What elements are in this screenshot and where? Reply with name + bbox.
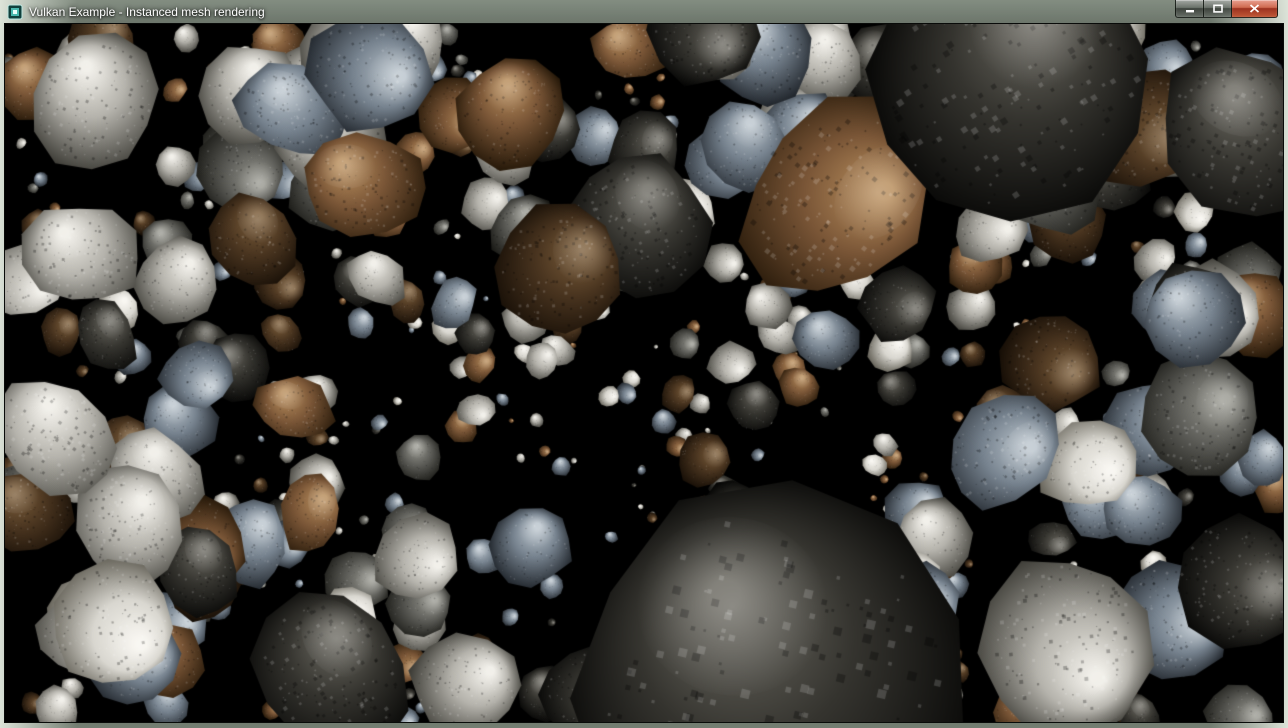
close-icon bbox=[1249, 4, 1260, 13]
app-window: Vulkan Example - Instanced mesh renderin… bbox=[0, 0, 1288, 728]
maximize-icon bbox=[1213, 4, 1223, 13]
vulkan-app-icon bbox=[7, 4, 23, 20]
close-button[interactable] bbox=[1232, 0, 1278, 18]
render-viewport[interactable] bbox=[4, 23, 1284, 723]
window-title: Vulkan Example - Instanced mesh renderin… bbox=[29, 1, 265, 23]
titlebar[interactable]: Vulkan Example - Instanced mesh renderin… bbox=[4, 0, 1284, 23]
minimize-icon bbox=[1185, 4, 1195, 13]
minimize-button[interactable] bbox=[1175, 0, 1204, 18]
app-icon bbox=[7, 4, 23, 20]
rock-scene-canvas bbox=[5, 24, 1283, 722]
window-controls bbox=[1175, 0, 1278, 18]
maximize-button[interactable] bbox=[1204, 0, 1232, 18]
